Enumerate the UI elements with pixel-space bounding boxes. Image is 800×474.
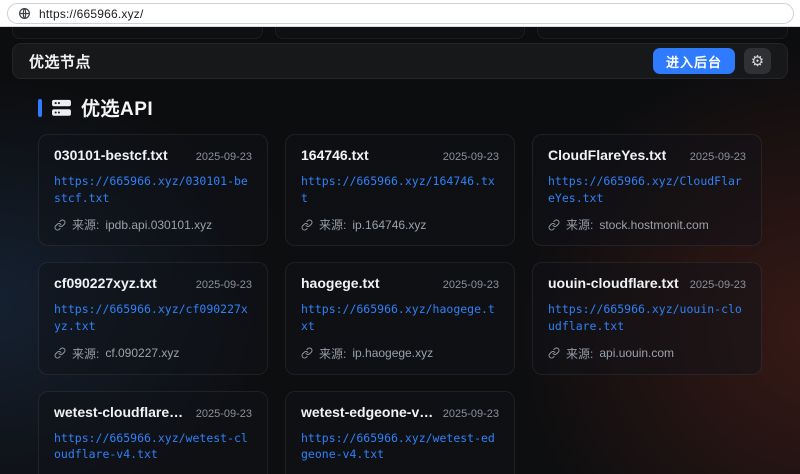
section-header: 优选API: [38, 94, 800, 121]
file-date: 2025-09-23: [196, 151, 252, 163]
source-label: 来源:: [72, 345, 99, 362]
file-url-link[interactable]: https://665966.xyz/CloudFlareYes.txt: [548, 173, 746, 206]
source-value: ip.164746.xyz: [352, 218, 426, 232]
api-card: 030101-bestcf.txt 2025-09-23 https://665…: [38, 134, 268, 246]
link-icon: [54, 347, 66, 359]
file-url-link[interactable]: https://665966.xyz/164746.txt: [301, 173, 499, 206]
source-value: cf.090227.xyz: [105, 346, 179, 360]
link-icon: [548, 347, 560, 359]
source-label: 来源:: [319, 345, 346, 362]
globe-icon: [18, 7, 31, 20]
link-icon: [301, 219, 313, 231]
file-source-row: 来源: cf.090227.xyz: [54, 345, 252, 362]
source-value: ipdb.api.030101.xyz: [105, 218, 212, 232]
file-date: 2025-09-23: [196, 279, 252, 291]
source-value: stock.hostmonit.com: [599, 218, 708, 232]
file-url-link[interactable]: https://665966.xyz/wetest-edgeone-v4.txt: [301, 430, 499, 463]
file-date: 2025-09-23: [690, 151, 746, 163]
link-icon: [548, 219, 560, 231]
scrolled-cards-remnant: [12, 27, 788, 40]
api-card: wetest-edgeone-v4.txt 2025-09-23 https:/…: [285, 391, 515, 474]
source-value: api.uouin.com: [599, 346, 674, 360]
file-name: uouin-cloudflare.txt: [548, 275, 679, 291]
accent-bar: [38, 99, 42, 117]
file-date: 2025-09-23: [443, 279, 499, 291]
file-source-row: 来源: stock.hostmonit.com: [548, 216, 746, 233]
site-title: 优选节点: [29, 51, 91, 72]
enter-admin-button[interactable]: 进入后台: [653, 48, 735, 74]
file-name: wetest-cloudflare-v4.txt: [54, 404, 188, 420]
file-source-row: 来源: ip.haogege.xyz: [301, 345, 499, 362]
api-card: 164746.txt 2025-09-23 https://665966.xyz…: [285, 134, 515, 246]
api-card: uouin-cloudflare.txt 2025-09-23 https://…: [532, 262, 762, 374]
file-date: 2025-09-23: [196, 408, 252, 420]
file-date: 2025-09-23: [690, 279, 746, 291]
file-name: 030101-bestcf.txt: [54, 147, 168, 163]
file-date: 2025-09-23: [443, 408, 499, 420]
file-url-link[interactable]: https://665966.xyz/uouin-cloudflare.txt: [548, 301, 746, 334]
api-card: cf090227xyz.txt 2025-09-23 https://66596…: [38, 262, 268, 374]
file-name: CloudFlareYes.txt: [548, 147, 666, 163]
file-name: 164746.txt: [301, 147, 369, 163]
section-title: 优选API: [81, 94, 153, 121]
file-source-row: 来源: ipdb.api.030101.xyz: [54, 216, 252, 233]
remnant-card: [12, 27, 263, 39]
file-name: wetest-edgeone-v4.txt: [301, 404, 435, 420]
remnant-card: [275, 27, 526, 39]
file-name: haogege.txt: [301, 275, 380, 291]
file-url-link[interactable]: https://665966.xyz/cf090227xyz.txt: [54, 301, 252, 334]
file-url-link[interactable]: https://665966.xyz/030101-bestcf.txt: [54, 173, 252, 206]
api-card: CloudFlareYes.txt 2025-09-23 https://665…: [532, 134, 762, 246]
api-card: wetest-cloudflare-v4.txt 2025-09-23 http…: [38, 391, 268, 474]
source-label: 来源:: [566, 345, 593, 362]
file-url-link[interactable]: https://665966.xyz/haogege.txt: [301, 301, 499, 334]
page: 优选节点 进入后台 ⚙ 优选API 030101-bestcf.txt 2025…: [0, 27, 800, 474]
server-stack-icon: [51, 99, 72, 117]
link-icon: [54, 219, 66, 231]
api-card: haogege.txt 2025-09-23 https://665966.xy…: [285, 262, 515, 374]
api-card-grid: 030101-bestcf.txt 2025-09-23 https://665…: [38, 134, 762, 474]
site-header: 优选节点 进入后台 ⚙: [12, 43, 788, 79]
source-label: 来源:: [319, 216, 346, 233]
file-name: cf090227xyz.txt: [54, 275, 157, 291]
url-text: https://665966.xyz/: [39, 7, 144, 21]
file-source-row: 来源: api.uouin.com: [548, 345, 746, 362]
file-source-row: 来源: ip.164746.xyz: [301, 216, 499, 233]
settings-button[interactable]: ⚙: [744, 48, 771, 74]
source-label: 来源:: [566, 216, 593, 233]
source-label: 来源:: [72, 216, 99, 233]
address-bar[interactable]: https://665966.xyz/: [7, 3, 794, 24]
file-date: 2025-09-23: [443, 151, 499, 163]
remnant-card: [537, 27, 788, 39]
gear-icon: ⚙: [751, 54, 764, 69]
source-value: ip.haogege.xyz: [352, 346, 433, 360]
file-url-link[interactable]: https://665966.xyz/wetest-cloudflare-v4.…: [54, 430, 252, 463]
link-icon: [301, 347, 313, 359]
browser-chrome: https://665966.xyz/: [0, 0, 800, 27]
